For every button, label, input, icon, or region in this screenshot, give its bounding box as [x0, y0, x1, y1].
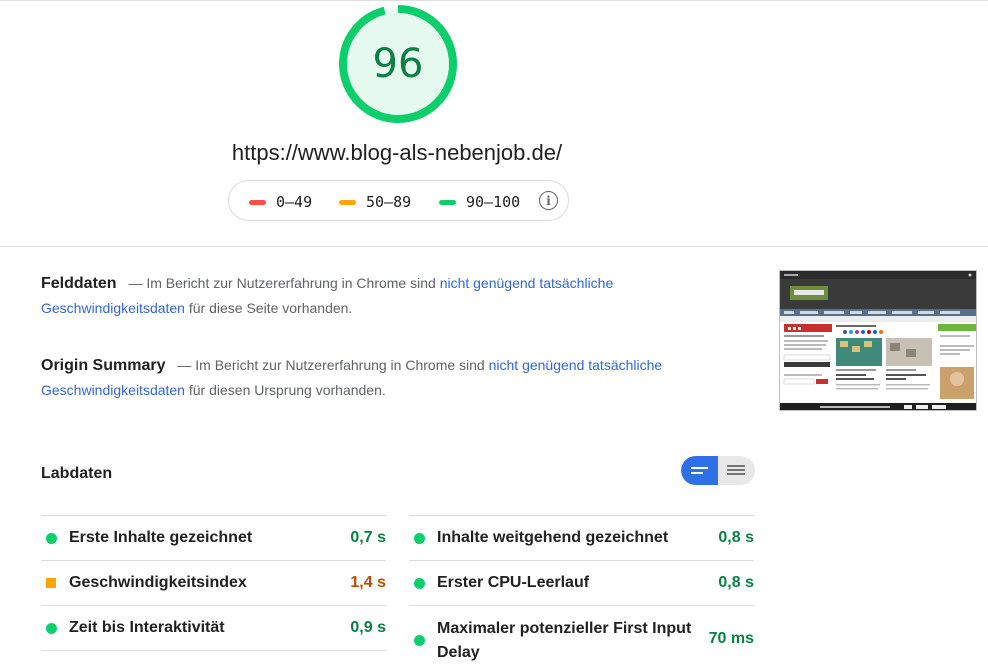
pass-dot-icon: [414, 578, 425, 589]
info-icon[interactable]: i: [539, 191, 558, 210]
origin-summary-text-after: für diesen Ursprung vorhanden.: [188, 382, 386, 398]
pass-dot-icon: [414, 533, 425, 544]
metric-label: Zeit bis Interaktivität: [69, 619, 225, 636]
score-legend: 0–49 50–89 90–100 i: [228, 180, 569, 221]
metric-value: 0,8 s: [718, 574, 754, 591]
average-bar-icon: [339, 199, 356, 205]
metric-value: 1,4 s: [350, 574, 386, 591]
lab-data-title: Labdaten: [41, 465, 113, 482]
list-compact-icon: [691, 467, 708, 474]
metric-max-potential-fid: Maximaler potenzieller First Input Delay…: [409, 605, 754, 668]
field-data-text: — Im Bericht zur Nutzererfahrung in Chro…: [128, 275, 436, 291]
metric-value: 0,7 s: [350, 529, 386, 546]
metric-value: 70 ms: [708, 630, 754, 647]
compact-view-button[interactable]: [681, 456, 718, 485]
metric-value: 0,8 s: [718, 529, 754, 546]
metric-label: Geschwindigkeitsindex: [69, 574, 247, 591]
legend-average-label: 50–89: [366, 193, 412, 211]
page-screenshot-thumbnail: [779, 270, 977, 411]
metric-label: Maximaler potenzieller First Input Delay: [437, 620, 692, 661]
performance-score: 96: [372, 41, 424, 87]
field-data-title: Felddaten: [41, 275, 117, 292]
metric-label: Inhalte weitgehend gezeichnet: [437, 529, 669, 546]
legend-average: 50–89: [339, 193, 411, 211]
section-divider: [0, 246, 988, 247]
origin-summary-section: Origin Summary — Im Bericht zur Nutzerer…: [41, 353, 681, 403]
field-data-text-after: für diese Seite vorhanden.: [188, 300, 353, 316]
metric-first-contentful-paint: Erste Inhalte gezeichnet 0,7 s: [41, 515, 386, 560]
average-square-icon: [46, 578, 56, 588]
pass-dot-icon: [414, 635, 425, 646]
list-expanded-icon: [727, 465, 745, 475]
metric-value: 0,9 s: [350, 619, 386, 636]
legend-fail-label: 0–49: [276, 193, 313, 211]
metric-label: Erster CPU-Leerlauf: [437, 574, 590, 591]
metric-time-to-interactive: Zeit bis Interaktivität 0,9 s: [41, 605, 386, 650]
field-data-section: Felddaten — Im Bericht zur Nutzererfahru…: [41, 271, 681, 321]
pass-dot-icon: [46, 533, 57, 544]
pass-bar-icon: [439, 199, 456, 205]
view-toggle[interactable]: [681, 456, 755, 485]
legend-fail: 0–49: [249, 193, 312, 211]
origin-summary-title: Origin Summary: [41, 357, 166, 374]
metric-label: Erste Inhalte gezeichnet: [69, 529, 253, 546]
legend-pass-label: 90–100: [466, 193, 521, 211]
origin-summary-text: — Im Bericht zur Nutzererfahrung in Chro…: [177, 357, 485, 373]
pass-dot-icon: [46, 623, 57, 634]
metric-largest-contentful-paint: Inhalte weitgehend gezeichnet 0,8 s: [409, 515, 754, 560]
metric-speed-index: Geschwindigkeitsindex 1,4 s: [41, 560, 386, 605]
metric-first-cpu-idle: Erster CPU-Leerlauf 0,8 s: [409, 560, 754, 605]
fail-bar-icon: [249, 199, 266, 205]
top-divider: [0, 0, 988, 1]
page-url: https://www.blog-als-nebenjob.de/: [231, 140, 563, 165]
legend-pass: 90–100: [439, 193, 520, 211]
metric-divider: [41, 650, 386, 651]
expanded-view-button[interactable]: [718, 456, 755, 485]
thumbnail-image: [780, 271, 976, 410]
